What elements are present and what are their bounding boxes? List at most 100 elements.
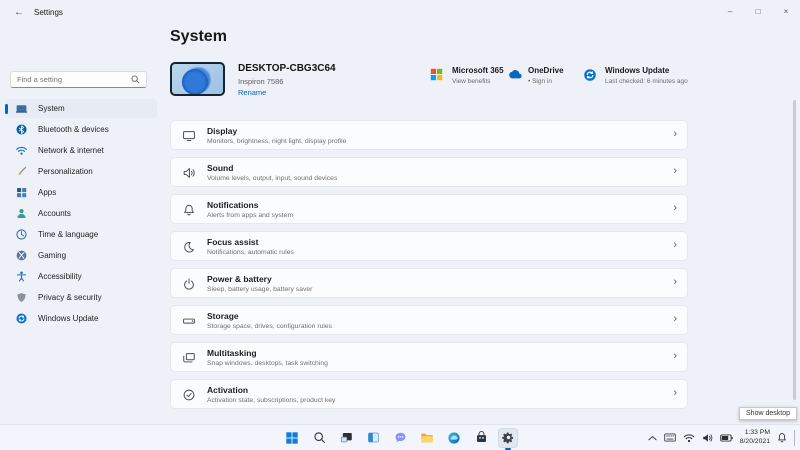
sidebar-item-apps[interactable]: Apps xyxy=(5,183,157,202)
sidebar-item-time-language[interactable]: Time & language xyxy=(5,225,157,244)
row-subtitle: Volume levels, output, input, sound devi… xyxy=(207,174,338,182)
row-notifications[interactable]: Notifications Alerts from apps and syste… xyxy=(170,194,688,224)
row-title: Multitasking xyxy=(207,348,257,358)
row-focus-assist[interactable]: Focus assist Notifications, automatic ru… xyxy=(170,231,688,261)
tray-chevron-up-icon[interactable] xyxy=(648,435,657,441)
search-box[interactable] xyxy=(10,71,147,88)
sidebar-item-label: Network & internet xyxy=(38,146,104,155)
row-sound[interactable]: Sound Volume levels, output, input, soun… xyxy=(170,157,688,187)
row-display[interactable]: Display Monitors, brightness, night ligh… xyxy=(170,120,688,150)
paintbrush-icon xyxy=(15,165,28,178)
sidebar-item-accounts[interactable]: Accounts xyxy=(5,204,157,223)
status-subtitle: • Sign in xyxy=(528,78,552,85)
sidebar-item-gaming[interactable]: Gaming xyxy=(5,246,157,265)
window-title: Settings xyxy=(34,8,63,17)
notification-bell-icon[interactable] xyxy=(777,432,787,443)
status-windows-update[interactable]: Windows Update Last checked: 6 minutes a… xyxy=(583,66,688,85)
sidebar-item-network-internet[interactable]: Network & internet xyxy=(5,141,157,160)
sidebar-item-label: Apps xyxy=(38,188,57,197)
sidebar-item-privacy-security[interactable]: Privacy & security xyxy=(5,288,157,307)
row-title: Display xyxy=(207,126,238,136)
row-subtitle: Sleep, battery usage, battery saver xyxy=(207,285,313,293)
windows-update-icon xyxy=(583,68,598,83)
row-title: Notifications xyxy=(207,200,259,210)
taskbar: 1:33 PM 8/20/2021 xyxy=(0,424,800,450)
row-storage[interactable]: Storage Storage space, drives, configura… xyxy=(170,305,688,335)
chevron-right-icon: › xyxy=(673,387,677,399)
sidebar-nav: System Bluetooth & devices Network & int… xyxy=(5,99,157,330)
settings-app-button[interactable] xyxy=(498,427,518,450)
touch-keyboard-icon[interactable] xyxy=(664,433,676,442)
settings-window: ← Settings – □ × System Bluetooth & devi… xyxy=(0,0,800,450)
show-desktop-button[interactable] xyxy=(794,429,795,446)
apps-grid-icon xyxy=(15,186,28,199)
row-title: Power & battery xyxy=(207,274,272,284)
settings-list: Display Monitors, brightness, night ligh… xyxy=(170,120,688,416)
search-input[interactable] xyxy=(17,75,131,84)
tray-volume-icon[interactable] xyxy=(702,433,713,443)
onedrive-icon xyxy=(506,68,522,83)
row-subtitle: Storage space, drives, configuration rul… xyxy=(207,322,333,330)
file-explorer-button[interactable] xyxy=(417,428,437,448)
sidebar-item-label: Accounts xyxy=(38,209,71,218)
sidebar-item-label: Privacy & security xyxy=(38,293,102,302)
status-microsoft-365[interactable]: Microsoft 365 View benefits xyxy=(430,66,504,85)
tray-time: 1:33 PM xyxy=(744,429,770,437)
chevron-right-icon: › xyxy=(673,313,677,325)
row-title: Activation xyxy=(207,385,249,395)
task-view-button[interactable] xyxy=(336,428,356,448)
chevron-right-icon: › xyxy=(673,128,677,140)
back-icon[interactable]: ← xyxy=(14,7,24,18)
widgets-button[interactable] xyxy=(363,428,383,448)
tray-wifi-icon[interactable] xyxy=(683,433,695,443)
status-subtitle: View benefits xyxy=(452,78,491,85)
sidebar-item-label: Bluetooth & devices xyxy=(38,125,109,134)
row-subtitle: Activation state, subscriptions, product… xyxy=(207,396,336,404)
maximize-button[interactable]: □ xyxy=(744,0,772,22)
scrollbar[interactable] xyxy=(793,100,796,400)
status-title: Microsoft 365 xyxy=(452,66,504,75)
chat-button[interactable] xyxy=(390,428,410,448)
chevron-right-icon: › xyxy=(673,350,677,362)
chevron-right-icon: › xyxy=(673,276,677,288)
sidebar-item-system[interactable]: System xyxy=(5,99,157,118)
tray-battery-icon[interactable] xyxy=(720,434,733,442)
xbox-icon xyxy=(15,249,28,262)
row-subtitle: Alerts from apps and system xyxy=(207,211,294,219)
row-multitasking[interactable]: Multitasking Snap windows, desktops, tas… xyxy=(170,342,688,372)
clock-globe-icon xyxy=(15,228,28,241)
sidebar-item-bluetooth-devices[interactable]: Bluetooth & devices xyxy=(5,120,157,139)
status-onedrive[interactable]: OneDrive • Sign in xyxy=(506,66,564,85)
sidebar-item-accessibility[interactable]: Accessibility xyxy=(5,267,157,286)
taskbar-search-button[interactable] xyxy=(309,428,329,448)
device-name: DESKTOP-CBG3C64 xyxy=(238,63,336,74)
device-model: Inspiron 7586 xyxy=(238,77,284,86)
system-tray: 1:33 PM 8/20/2021 xyxy=(648,425,795,450)
device-wallpaper-thumbnail xyxy=(170,62,225,96)
focus-assist-moon-icon xyxy=(182,240,196,254)
row-title: Focus assist xyxy=(207,237,259,247)
search-icon xyxy=(131,75,140,84)
sidebar-item-label: Personalization xyxy=(38,167,93,176)
row-activation[interactable]: Activation Activation state, subscriptio… xyxy=(170,379,688,409)
minimize-button[interactable]: – xyxy=(716,0,744,22)
taskbar-clock[interactable]: 1:33 PM 8/20/2021 xyxy=(740,429,770,446)
sidebar-item-label: Gaming xyxy=(38,251,67,260)
sidebar-item-label: Windows Update xyxy=(38,314,99,323)
row-power-battery[interactable]: Power & battery Sleep, battery usage, ba… xyxy=(170,268,688,298)
storage-drive-icon xyxy=(182,314,196,328)
sidebar-item-label: Accessibility xyxy=(38,272,82,281)
microsoft-store-button[interactable] xyxy=(471,428,491,448)
edge-browser-button[interactable] xyxy=(444,428,464,448)
sound-icon xyxy=(182,166,196,180)
rename-link[interactable]: Rename xyxy=(238,88,266,97)
close-button[interactable]: × xyxy=(772,0,800,22)
sidebar-item-windows-update[interactable]: Windows Update xyxy=(5,309,157,328)
row-title: Storage xyxy=(207,311,239,321)
chevron-right-icon: › xyxy=(673,239,677,251)
start-button[interactable] xyxy=(282,428,302,448)
show-desktop-tooltip: Show desktop xyxy=(739,407,797,420)
sidebar-item-personalization[interactable]: Personalization xyxy=(5,162,157,181)
multitasking-windows-icon xyxy=(182,351,196,365)
row-subtitle: Monitors, brightness, night light, displ… xyxy=(207,137,347,145)
